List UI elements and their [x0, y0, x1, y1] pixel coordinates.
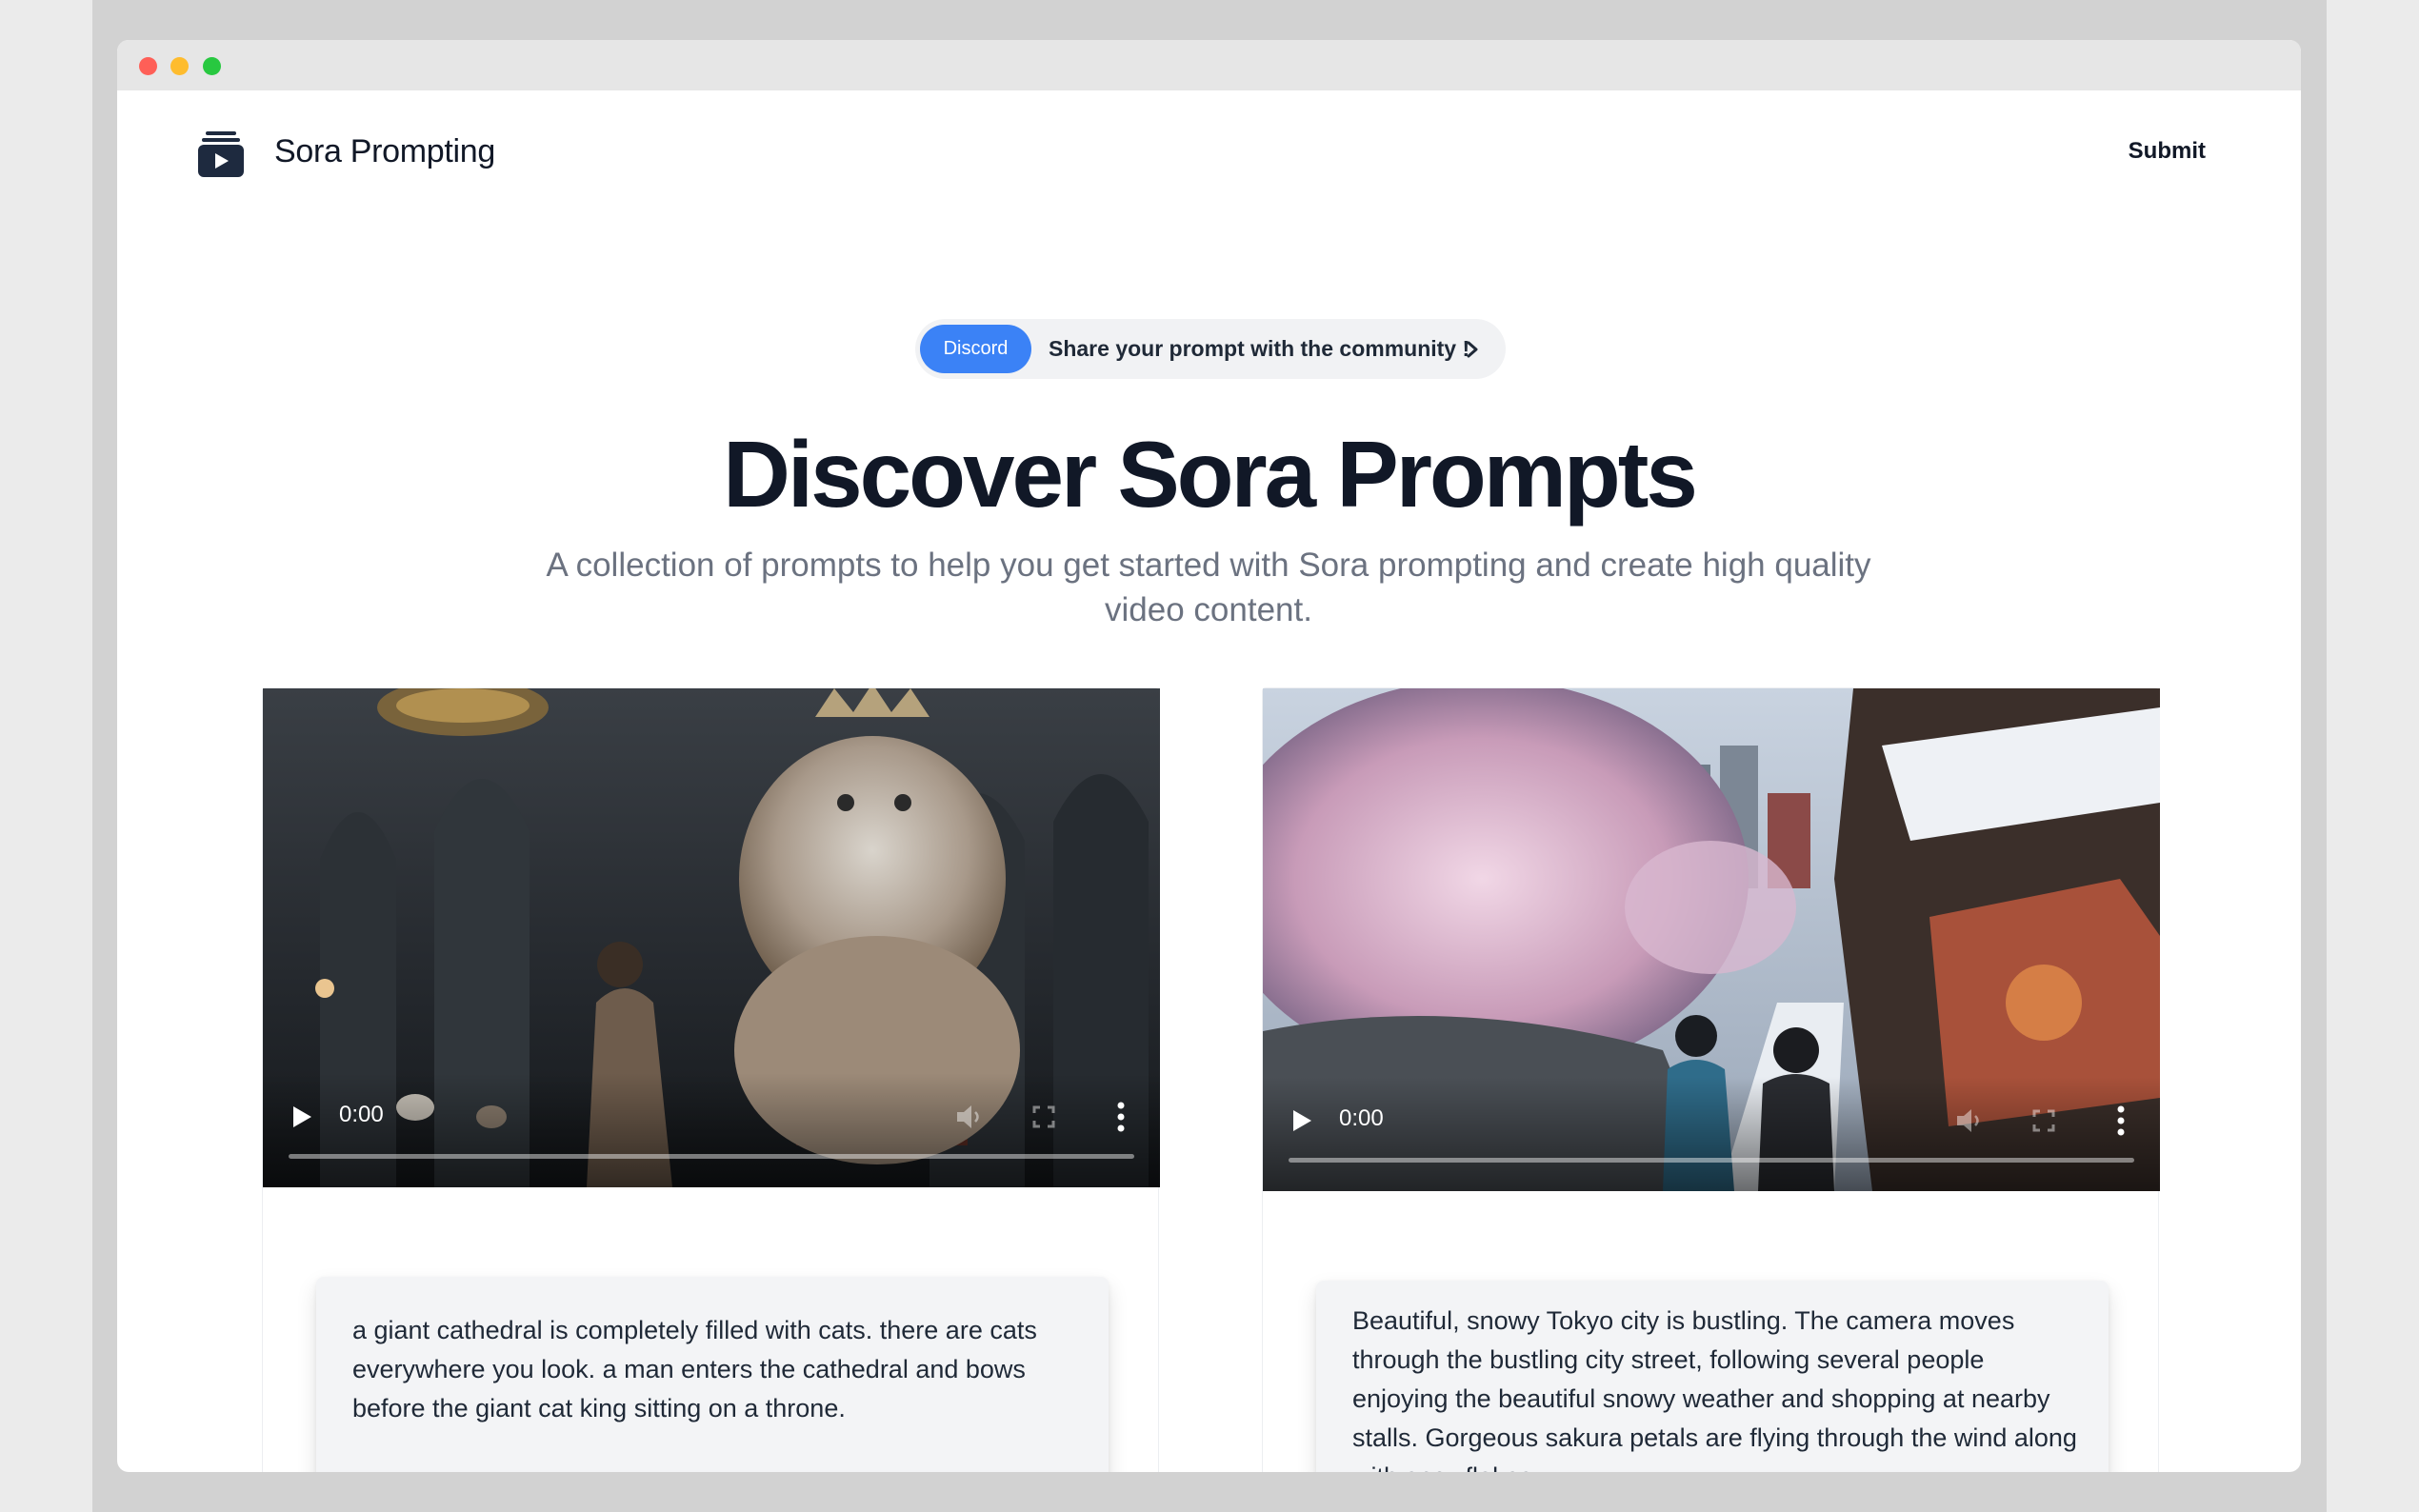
close-window-button[interactable] — [139, 57, 157, 75]
prompt-box: a giant cathedral is completely filled w… — [316, 1277, 1109, 1472]
video-time: 0:00 — [1339, 1105, 1384, 1131]
announcement-text[interactable]: Share your prompt with the community ! — [1049, 319, 1469, 379]
browser-window: Sora Prompting Submit Discord Share your… — [117, 40, 2301, 1472]
play-box-icon[interactable] — [198, 130, 244, 178]
submit-link[interactable]: Submit — [2129, 138, 2206, 165]
prompt-card: 0:00 a giant cathedral is completely fil… — [262, 687, 1160, 1472]
prompt-text: Beautiful, snowy Tokyo city is bustling.… — [1352, 1306, 2077, 1472]
discord-announcement[interactable]: Discord Share your prompt with the commu… — [915, 319, 1506, 379]
minimize-window-button[interactable] — [170, 57, 189, 75]
video-controls: 0:00 — [1263, 1077, 2160, 1191]
page-subtitle: A collection of prompts to help you get … — [546, 547, 1871, 628]
more-vertical-icon[interactable] — [1116, 1102, 1126, 1132]
more-vertical-icon[interactable] — [2116, 1105, 2126, 1136]
video-player[interactable]: 0:00 — [1263, 688, 2160, 1191]
video-controls: 0:00 — [263, 1073, 1160, 1187]
mute-icon[interactable] — [1955, 1107, 1984, 1134]
window-titlebar — [117, 40, 2301, 90]
chevron-right-icon — [1467, 341, 1478, 358]
video-progress-bar[interactable] — [1289, 1158, 2134, 1163]
fullscreen-icon[interactable] — [1032, 1105, 1055, 1128]
discord-badge[interactable]: Discord — [920, 325, 1031, 373]
video-player[interactable]: 0:00 — [263, 688, 1160, 1187]
prompt-box: Beautiful, snowy Tokyo city is bustling.… — [1316, 1281, 2109, 1472]
brand-name[interactable]: Sora Prompting — [274, 133, 495, 170]
play-icon[interactable] — [1291, 1109, 1312, 1132]
video-progress-bar[interactable] — [289, 1154, 1134, 1159]
prompt-text: a giant cathedral is completely filled w… — [352, 1316, 1037, 1422]
mute-icon[interactable] — [955, 1104, 984, 1130]
video-time: 0:00 — [339, 1102, 384, 1127]
play-icon[interactable] — [291, 1105, 312, 1128]
prompt-card: 0:00 Beautiful, snowy Tokyo city is bust… — [1262, 687, 2160, 1472]
page-title: Discover Sora Prompts — [723, 422, 1698, 527]
fullscreen-icon[interactable] — [2032, 1109, 2055, 1132]
maximize-window-button[interactable] — [203, 57, 221, 75]
